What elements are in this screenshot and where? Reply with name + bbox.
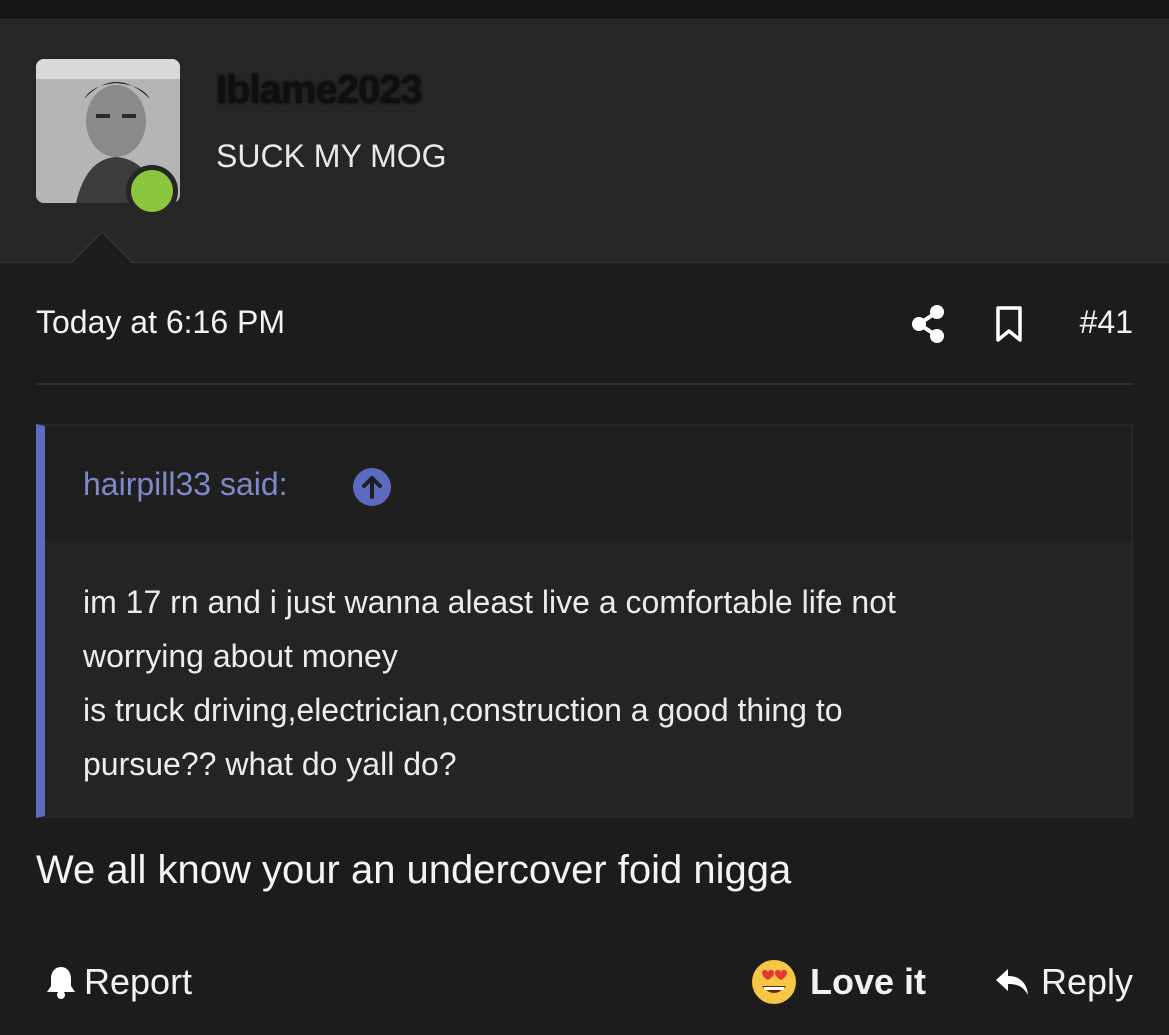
report-label: Report xyxy=(84,961,193,1002)
post-actions: Report Love it Reply xyxy=(36,955,1133,1011)
quote-block: hairpill33 said: im 17 rn and i just wan… xyxy=(36,424,1133,818)
header-pointer-inner xyxy=(71,233,133,264)
avatar-container[interactable] xyxy=(36,59,180,217)
love-it-button[interactable]: Love it xyxy=(750,959,926,1005)
reply-label: Reply xyxy=(1040,961,1133,1002)
reply-button[interactable]: Reply xyxy=(993,959,1133,1005)
share-button[interactable] xyxy=(910,304,946,344)
user-header: Iblame2023 SUCK MY MOG xyxy=(0,20,1169,263)
report-button[interactable]: Report xyxy=(44,959,192,1005)
reply-arrow-icon xyxy=(995,969,1028,995)
quote-text: im 17 rn and i just wanna aleast live a … xyxy=(83,584,896,782)
post-meta: Today at 6:16 PM #41 xyxy=(36,300,1133,350)
jump-to-quote-button[interactable] xyxy=(353,468,391,506)
bookmark-icon xyxy=(996,306,1022,342)
share-icon xyxy=(912,305,944,343)
heart-eyes-emoji-icon xyxy=(752,960,796,1004)
user-title: SUCK MY MOG xyxy=(216,138,447,174)
quote-body: im 17 rn and i just wanna aleast live a … xyxy=(45,541,1131,816)
post-date[interactable]: Today at 6:16 PM xyxy=(36,304,285,341)
bell-icon xyxy=(47,967,75,999)
post-message: We all know your an undercover foid nigg… xyxy=(36,848,792,892)
love-it-label: Love it xyxy=(810,961,927,1002)
bookmark-button[interactable] xyxy=(994,304,1024,344)
username[interactable]: Iblame2023 xyxy=(216,68,423,113)
top-strip xyxy=(0,0,1169,20)
online-status-indicator xyxy=(126,165,178,217)
meta-divider xyxy=(36,383,1133,385)
arrow-up-circle-icon xyxy=(353,468,391,506)
quote-header: hairpill33 said: xyxy=(45,426,1131,541)
post-number-link[interactable]: #41 xyxy=(1080,304,1133,341)
quote-author-link[interactable]: hairpill33 said: xyxy=(83,466,288,503)
